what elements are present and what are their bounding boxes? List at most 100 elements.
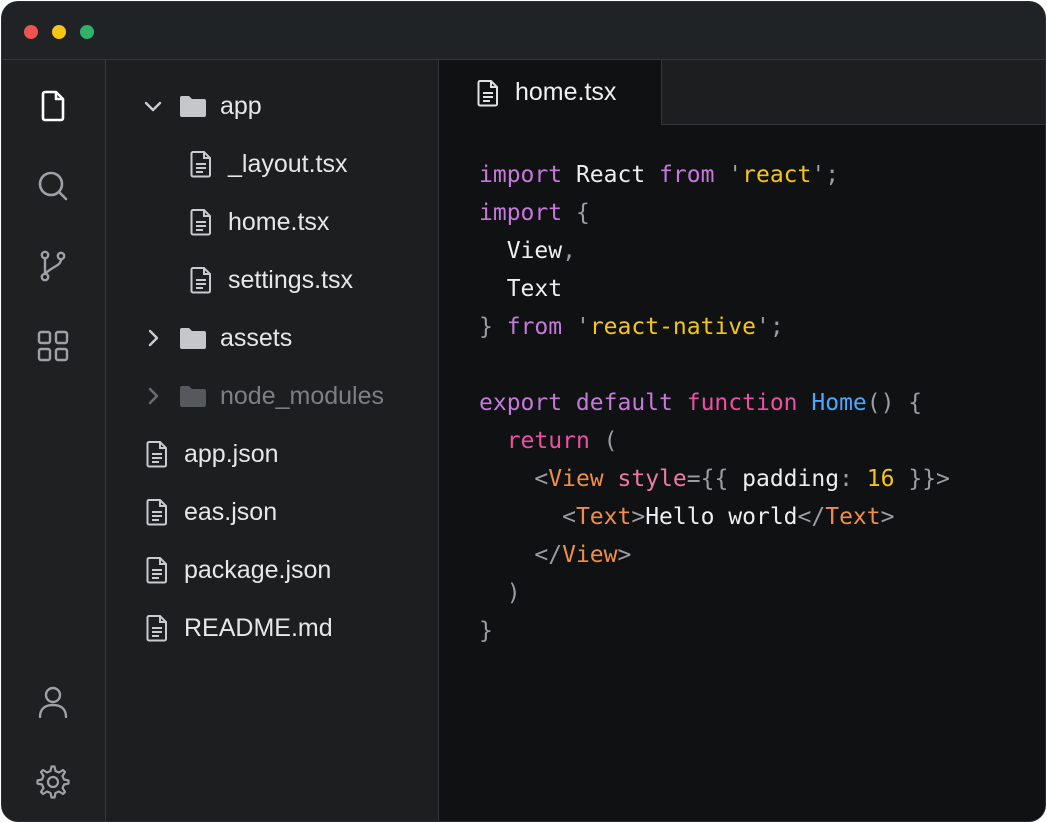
tree-item-label: README.md <box>184 613 333 642</box>
code-line: import { <box>479 194 950 232</box>
code-token: > <box>617 542 632 568</box>
file-icon <box>142 613 172 643</box>
file-icon <box>186 207 216 237</box>
code-token: } <box>479 314 493 340</box>
code-token: , <box>562 238 576 264</box>
code-token: export default <box>479 390 673 416</box>
explorer-button[interactable] <box>35 88 71 124</box>
code-line: ) <box>479 574 950 612</box>
code-token: : <box>839 466 853 492</box>
maximize-window-button[interactable] <box>80 25 94 39</box>
code-line: } <box>479 612 950 650</box>
tree-item-app-json[interactable]: app.json <box>142 434 279 474</box>
code-token: padding <box>728 466 840 492</box>
folder-icon <box>178 381 208 411</box>
source-control-button[interactable] <box>35 248 71 284</box>
file-icon <box>142 497 172 527</box>
code-token: ' <box>575 314 590 340</box>
code-token: ) <box>506 580 521 606</box>
code-token: Home <box>811 390 867 416</box>
file-icon <box>473 78 503 108</box>
code-token: 16 <box>866 466 895 492</box>
account-button[interactable] <box>35 684 71 720</box>
tree-item-label: node_modules <box>220 381 385 410</box>
code-token: Text <box>479 276 563 302</box>
tree-item-app[interactable]: app <box>142 86 262 126</box>
tree-item-layout-tsx[interactable]: _layout.tsx <box>186 144 348 184</box>
tree-item-assets[interactable]: assets <box>142 318 292 358</box>
folder-icon <box>178 323 208 353</box>
account-icon <box>38 686 68 719</box>
tree-item-node-modules[interactable]: node_modules <box>142 376 384 416</box>
editor-tab-strip: home.tsx <box>439 60 1045 125</box>
close-window-button[interactable] <box>24 25 38 39</box>
code-token: ' <box>728 162 743 188</box>
code-line: return ( <box>479 422 950 460</box>
code-token: View <box>548 466 604 492</box>
code-line: } from 'react-native'; <box>479 308 950 346</box>
code-token: from <box>506 314 563 340</box>
tree-item-label: settings.tsx <box>228 265 354 294</box>
code-editor[interactable]: home.tsx import React from 'react'; impor… <box>439 60 1045 821</box>
code-line: </View> <box>479 536 950 574</box>
code-token: ( <box>603 428 618 454</box>
code-token: Text <box>575 504 632 530</box>
file-icon <box>41 90 65 122</box>
tree-item-settings-tsx[interactable]: settings.tsx <box>186 260 353 300</box>
code-token: react-native <box>589 314 756 340</box>
code-token: Text <box>825 504 881 530</box>
tree-item-label: eas.json <box>184 497 278 526</box>
tree-item-home-tsx[interactable]: home.tsx <box>186 202 329 242</box>
search-button[interactable] <box>35 168 71 204</box>
code-token: () { <box>866 390 923 416</box>
code-token: View <box>562 542 618 568</box>
code-token: style <box>617 466 687 492</box>
tree-item-label: package.json <box>184 555 332 584</box>
source-control-icon <box>40 250 66 282</box>
activity-bar <box>2 60 106 821</box>
chevron-right-icon[interactable] <box>142 385 164 407</box>
tab-label: home.tsx <box>515 78 617 106</box>
code-line: <Text>Hello world</Text> <box>479 498 950 536</box>
tree-item-label: _layout.tsx <box>228 149 348 178</box>
chevron-down-icon[interactable] <box>142 95 164 117</box>
code-token: View <box>479 238 563 264</box>
code-token: }}> <box>908 466 950 492</box>
code-token: from <box>659 162 715 188</box>
title-bar <box>2 2 1045 60</box>
tree-item-eas-json[interactable]: eas.json <box>142 492 277 532</box>
file-icon <box>186 265 216 295</box>
tree-item-label: assets <box>220 323 293 352</box>
tab-home-tsx[interactable]: home.tsx <box>439 60 662 125</box>
code-token: } <box>479 618 493 644</box>
minimize-window-button[interactable] <box>52 25 66 39</box>
code-line: export default function Home() { <box>479 384 950 422</box>
code-content[interactable]: import React from 'react'; import { View,… <box>479 156 950 650</box>
code-token: > <box>631 504 646 530</box>
file-icon <box>142 439 172 469</box>
tree-item-readme-md[interactable]: README.md <box>142 608 333 648</box>
code-token: { <box>575 200 590 226</box>
code-token: ={{ <box>686 466 729 492</box>
tree-item-package-json[interactable]: package.json <box>142 550 331 590</box>
code-line: import React from 'react'; <box>479 156 950 194</box>
code-line: <View style={{ padding: 16 }}> <box>479 460 950 498</box>
extensions-icon <box>37 330 69 362</box>
settings-button[interactable] <box>35 764 71 800</box>
code-token: import <box>479 162 563 188</box>
extensions-button[interactable] <box>35 328 71 364</box>
code-token: React <box>562 162 660 188</box>
chevron-right-icon[interactable] <box>142 327 164 349</box>
